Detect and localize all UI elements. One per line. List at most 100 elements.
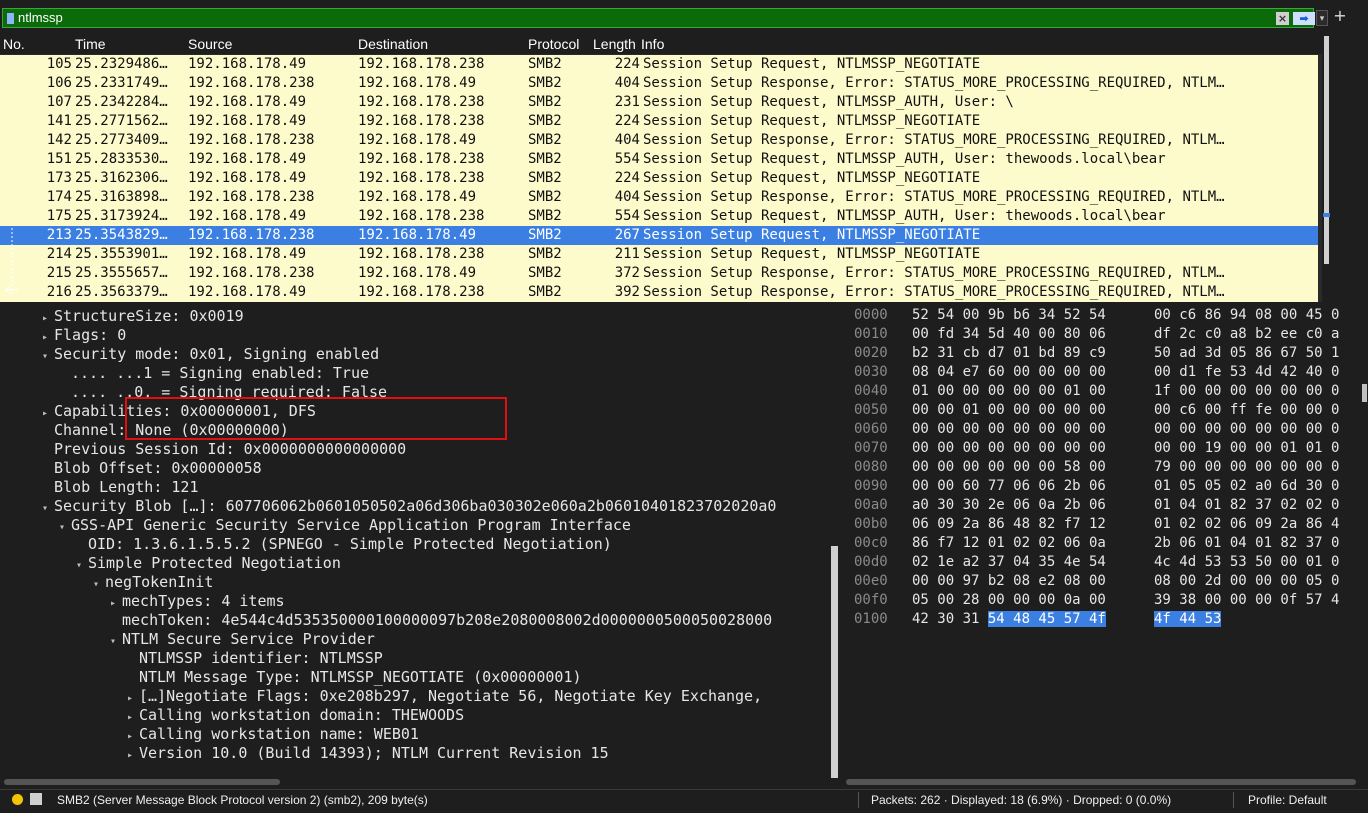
expand-arrow-icon[interactable]: ▸ <box>42 313 54 324</box>
hex-row[interactable]: 0090 00 00 60 77 06 06 2b 06 01 05 05 02 a… <box>846 478 1368 497</box>
collapse-arrow-icon[interactable]: ▾ <box>59 522 71 533</box>
detail-tree-item[interactable]: Blob Length: 121 <box>42 478 199 497</box>
detail-tree-item[interactable]: ▾ GSS-API Generic Security Service Applic… <box>59 516 631 535</box>
detail-tree-item[interactable]: ▾ Security Blob […]: 607706062b0601050502… <box>42 497 776 516</box>
hex-bytes[interactable]: 00 00 01 00 00 00 00 00 <box>912 402 1106 418</box>
hex-bytes[interactable]: 00 c6 86 94 08 00 45 0 <box>1154 307 1339 323</box>
hex-bytes[interactable]: 01 02 02 06 09 2a 86 4 <box>1154 516 1339 532</box>
detail-tree-item[interactable]: Blob Offset: 0x00000058 <box>42 459 262 478</box>
detail-tree-item[interactable]: ▸ […]Negotiate Flags: 0xe208b297, Negotia… <box>127 687 762 706</box>
filter-text[interactable]: ntlmssp <box>18 10 63 25</box>
detail-tree-item[interactable]: ▸ Calling workstation name: WEB01 <box>127 725 419 744</box>
detail-tree-item[interactable]: ▾ negTokenInit <box>93 573 213 592</box>
detail-tree-item[interactable]: OID: 1.3.6.1.5.5.2 (SPNEGO - Simple Prot… <box>76 535 612 554</box>
packet-row[interactable]: 216 25.3563379… 192.168.178.49 192.168.178.… <box>0 283 1318 302</box>
expand-arrow-icon[interactable]: ▸ <box>42 408 54 419</box>
packet-row[interactable]: 106 25.2331749… 192.168.178.238 192.168.178… <box>0 74 1318 93</box>
hex-row[interactable]: 0010 00 fd 34 5d 40 00 80 06 df 2c c0 a8 b… <box>846 326 1368 345</box>
hex-bytes[interactable]: 39 38 00 00 00 0f 57 4 <box>1154 592 1339 608</box>
hex-bytes[interactable]: 4c 4d 53 53 50 00 01 0 <box>1154 554 1339 570</box>
capture-comment-icon[interactable] <box>30 793 42 805</box>
packet-row[interactable]: 151 25.2833530… 192.168.178.49 192.168.178.… <box>0 150 1318 169</box>
hex-bytes[interactable]: 1f 00 00 00 00 00 00 0 <box>1154 383 1339 399</box>
detail-tree-item[interactable]: ▸ Flags: 0 <box>42 326 126 345</box>
column-protocol[interactable]: Protocol <box>528 36 594 52</box>
detail-tree-item[interactable]: Previous Session Id: 0x0000000000000000 <box>42 440 406 459</box>
details-scrollbar[interactable] <box>831 546 838 778</box>
hex-bytes[interactable]: b2 31 cb d7 01 bd 89 c9 <box>912 345 1106 361</box>
packet-row[interactable]: 213 25.3543829… 192.168.178.238 192.168.178… <box>0 226 1318 245</box>
hex-bytes[interactable]: 06 09 2a 86 48 82 f7 12 <box>912 516 1106 532</box>
hex-row[interactable]: 0060 00 00 00 00 00 00 00 00 00 00 00 00 0… <box>846 421 1368 440</box>
packet-row[interactable]: 174 25.3163898… 192.168.178.238 192.168.178… <box>0 188 1318 207</box>
hex-bytes[interactable]: 05 00 28 00 00 00 0a 00 <box>912 592 1106 608</box>
hex-row[interactable]: 0070 00 00 00 00 00 00 00 00 00 00 19 00 0… <box>846 440 1368 459</box>
hex-bytes[interactable]: 42 30 31 54 48 45 57 4f <box>912 611 1106 627</box>
expand-arrow-icon[interactable]: ▸ <box>127 750 139 761</box>
status-profile[interactable]: Profile: Default <box>1248 793 1327 807</box>
hex-bytes[interactable]: 01 04 01 82 37 02 02 0 <box>1154 497 1339 513</box>
detail-tree-item[interactable]: ▾ Security mode: 0x01, Signing enabled <box>42 345 379 364</box>
packet-row[interactable]: 215 25.3555657… 192.168.178.238 192.168.178… <box>0 264 1318 283</box>
column-length[interactable]: Length <box>593 36 640 52</box>
clear-filter-icon[interactable]: × <box>1276 12 1289 25</box>
packet-row[interactable]: 142 25.2773409… 192.168.178.238 192.168.178… <box>0 131 1318 150</box>
hex-bytes[interactable]: 00 c6 00 ff fe 00 00 0 <box>1154 402 1339 418</box>
hex-bytes[interactable]: 00 fd 34 5d 40 00 80 06 <box>912 326 1106 342</box>
detail-tree-item[interactable]: ▸ Calling workstation domain: THEWOODS <box>127 706 464 725</box>
hex-row[interactable]: 00b0 06 09 2a 86 48 82 f7 12 01 02 02 06 0… <box>846 516 1368 535</box>
detail-tree-item[interactable]: ▸ Version 10.0 (Build 14393); NTLM Curren… <box>127 744 609 763</box>
hex-bytes[interactable]: 00 d1 fe 53 4d 42 40 0 <box>1154 364 1339 380</box>
hex-bytes[interactable]: 00 00 97 b2 08 e2 08 00 <box>912 573 1106 589</box>
collapse-arrow-icon[interactable]: ▾ <box>93 579 105 590</box>
collapse-arrow-icon[interactable]: ▾ <box>42 503 54 514</box>
hex-bytes[interactable]: 50 ad 3d 05 86 67 50 1 <box>1154 345 1339 361</box>
hex-bytes[interactable]: 00 00 60 77 06 06 2b 06 <box>912 478 1106 494</box>
expand-arrow-icon[interactable]: ▸ <box>42 332 54 343</box>
display-filter-input[interactable]: ntlmssp × ➡ <box>2 8 1315 28</box>
collapse-arrow-icon[interactable]: ▾ <box>42 351 54 362</box>
detail-tree-item[interactable]: NTLMSSP identifier: NTLMSSP <box>127 649 383 668</box>
hex-row[interactable]: 0000 52 54 00 9b b6 34 52 54 00 c6 86 94 0… <box>846 307 1368 326</box>
filter-bookmark-icon[interactable] <box>7 13 14 24</box>
bytes-horizontal-scrollbar[interactable] <box>846 779 1356 785</box>
hex-bytes[interactable]: 2b 06 01 04 01 82 37 0 <box>1154 535 1339 551</box>
packet-row[interactable]: 105 25.2329486… 192.168.178.49 192.168.178.… <box>0 55 1318 74</box>
column-no[interactable]: No. <box>3 36 25 52</box>
detail-tree-item[interactable]: ▾ Simple Protected Negotiation <box>76 554 341 573</box>
collapse-arrow-icon[interactable]: ▾ <box>110 636 122 647</box>
hex-bytes[interactable]: 00 00 19 00 00 01 01 0 <box>1154 440 1339 456</box>
packet-row[interactable]: 107 25.2342284… 192.168.178.49 192.168.178.… <box>0 93 1318 112</box>
hex-bytes[interactable]: df 2c c0 a8 b2 ee c0 a <box>1154 326 1339 342</box>
hex-bytes-selected[interactable]: 4f 44 53 <box>1154 611 1222 627</box>
packet-row[interactable]: 173 25.3162306… 192.168.178.49 192.168.178.… <box>0 169 1318 188</box>
hex-bytes[interactable]: 01 05 05 02 a0 6d 30 0 <box>1154 478 1339 494</box>
column-info[interactable]: Info <box>641 36 664 52</box>
hex-bytes[interactable]: 00 00 00 00 00 00 58 00 <box>912 459 1106 475</box>
expand-arrow-icon[interactable]: ▸ <box>127 731 139 742</box>
hex-bytes[interactable]: 00 00 00 00 00 00 00 00 <box>912 440 1106 456</box>
expert-info-icon[interactable] <box>12 794 23 805</box>
hex-bytes[interactable]: 02 1e a2 37 04 35 4e 54 <box>912 554 1106 570</box>
hex-row[interactable]: 00c0 86 f7 12 01 02 02 06 0a 2b 06 01 04 0… <box>846 535 1368 554</box>
packet-row[interactable]: 214 25.3553901… 192.168.178.49 192.168.178.… <box>0 245 1318 264</box>
hex-row[interactable]: 0020 b2 31 cb d7 01 bd 89 c9 50 ad 3d 05 8… <box>846 345 1368 364</box>
column-source[interactable]: Source <box>188 36 232 52</box>
hex-bytes[interactable]: 00 00 00 00 00 00 00 0 <box>1154 421 1339 437</box>
hex-bytes[interactable]: 52 54 00 9b b6 34 52 54 <box>912 307 1106 323</box>
expand-arrow-icon[interactable]: ▸ <box>127 712 139 723</box>
detail-tree-item[interactable]: ▸ StructureSize: 0x0019 <box>42 307 244 326</box>
detail-tree-item[interactable]: ▾ NTLM Secure Service Provider <box>110 630 375 649</box>
hex-row[interactable]: 0040 01 00 00 00 00 00 01 00 1f 00 00 00 0… <box>846 383 1368 402</box>
hex-bytes[interactable]: 79 00 00 00 00 00 00 0 <box>1154 459 1339 475</box>
hex-bytes[interactable]: 08 00 2d 00 00 00 05 0 <box>1154 573 1339 589</box>
column-destination[interactable]: Destination <box>358 36 428 52</box>
hex-bytes[interactable]: 08 04 e7 60 00 00 00 00 <box>912 364 1106 380</box>
detail-tree-item[interactable]: ▸ mechTypes: 4 items <box>110 592 285 611</box>
hex-row[interactable]: 00d0 02 1e a2 37 04 35 4e 54 4c 4d 53 53 5… <box>846 554 1368 573</box>
hex-row[interactable]: 00a0 a0 30 30 2e 06 0a 2b 06 01 04 01 82 3… <box>846 497 1368 516</box>
bytes-scrollbar[interactable] <box>1362 384 1367 402</box>
filter-history-dropdown[interactable]: ▾ <box>1316 10 1328 26</box>
packet-row[interactable]: 175 25.3173924… 192.168.178.49 192.168.178.… <box>0 207 1318 226</box>
hex-bytes[interactable]: 00 00 00 00 00 00 00 00 <box>912 421 1106 437</box>
